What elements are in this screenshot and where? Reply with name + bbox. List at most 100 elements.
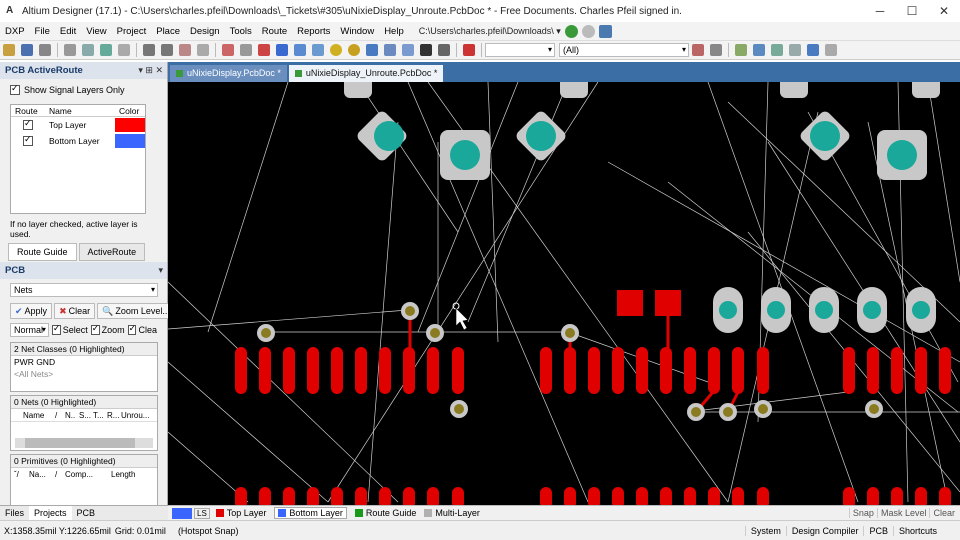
copy-icon[interactable] xyxy=(161,44,173,56)
status-shortcuts-button[interactable]: Shortcuts xyxy=(892,525,942,536)
place-polygon-icon[interactable] xyxy=(402,44,414,56)
room-tools-icon[interactable] xyxy=(825,44,837,56)
show-signal-layers-checkbox[interactable] xyxy=(10,83,20,95)
home-icon[interactable] xyxy=(598,24,612,38)
list-item[interactable]: <All Nets> xyxy=(11,368,157,380)
print-preview-icon[interactable] xyxy=(64,44,76,56)
menu-dxp[interactable]: DXP xyxy=(0,26,30,37)
dimension-tools-icon[interactable] xyxy=(807,44,819,56)
select-checkbox[interactable] xyxy=(51,323,61,335)
layer-tab-route-guide[interactable]: Route Guide xyxy=(354,508,416,518)
grid-tools-icon[interactable] xyxy=(789,44,801,56)
list-item[interactable]: PWR GND xyxy=(11,356,157,368)
pcb-canvas[interactable] xyxy=(168,82,960,505)
menu-view[interactable]: View xyxy=(81,26,111,37)
mode-select[interactable]: Normal xyxy=(10,323,49,337)
nets-col[interactable]: Name xyxy=(23,409,55,421)
place-tools-icon[interactable] xyxy=(771,44,783,56)
layer-tab-bottom[interactable]: Bottom Layer xyxy=(274,507,347,519)
prim-col[interactable]: Comp... xyxy=(65,468,111,481)
menu-place[interactable]: Place xyxy=(151,26,185,37)
tab-active-route[interactable]: ActiveRoute xyxy=(78,243,146,261)
layer-color-swatch[interactable] xyxy=(115,134,145,148)
place-arc-icon[interactable] xyxy=(366,44,378,56)
nets-col[interactable]: T... xyxy=(93,409,107,421)
route-diff-pair-icon[interactable] xyxy=(294,44,306,56)
open-folder-icon[interactable] xyxy=(3,44,15,56)
layer-set-button[interactable]: LS xyxy=(194,507,210,519)
clear-mask-button[interactable]: Clear xyxy=(929,508,958,518)
menu-project[interactable]: Project xyxy=(112,26,152,37)
align-tools-icon[interactable] xyxy=(753,44,765,56)
tab-unixiedisplay-unroute[interactable]: uNixieDisplay_Unroute.PcbDoc * xyxy=(288,65,444,82)
nets-col[interactable]: Unrou... xyxy=(121,409,151,421)
zoom-area-icon[interactable] xyxy=(118,44,130,56)
menu-file[interactable]: File xyxy=(30,26,55,37)
current-layer-swatch[interactable] xyxy=(172,507,192,519)
prim-col[interactable]: Na... xyxy=(29,468,55,481)
view-config-icon[interactable] xyxy=(710,44,722,56)
clear-button[interactable]: ✖ Clear xyxy=(54,303,96,319)
zoom-checkbox[interactable] xyxy=(90,323,100,335)
nets-scrollbar[interactable] xyxy=(15,438,153,448)
menu-help[interactable]: Help xyxy=(379,26,409,37)
top-layer-checkbox[interactable] xyxy=(23,118,33,131)
layer-color-swatch[interactable] xyxy=(115,118,145,132)
menu-window[interactable]: Window xyxy=(335,26,379,37)
filter-combo-1[interactable] xyxy=(485,43,555,57)
pcb-panel-menu-icon[interactable]: ▾ xyxy=(158,265,163,276)
layer-row-top[interactable]: Top Layer xyxy=(11,117,145,133)
menu-tools[interactable]: Tools xyxy=(225,26,257,37)
maximize-button[interactable]: ☐ xyxy=(896,0,928,22)
layer-row-bottom[interactable]: Bottom Layer xyxy=(11,133,145,149)
tab-unixiedisplay[interactable]: uNixieDisplay.PcbDoc * xyxy=(170,65,287,82)
zoom-level-button[interactable]: 🔍 Zoom Level... xyxy=(97,303,175,319)
nets-col[interactable]: R... xyxy=(107,409,121,421)
close-button[interactable]: ✕ xyxy=(928,0,960,22)
save-icon[interactable] xyxy=(21,44,33,56)
show-signal-layers-row[interactable]: Show Signal Layers Only xyxy=(0,79,167,101)
nets-col[interactable]: S... xyxy=(79,409,93,421)
zoom-fit-icon[interactable] xyxy=(100,44,112,56)
menu-reports[interactable]: Reports xyxy=(292,26,335,37)
cut-icon[interactable] xyxy=(143,44,155,56)
pcb-drawing[interactable] xyxy=(168,82,960,505)
status-system-button[interactable]: System xyxy=(744,525,786,536)
paste-icon[interactable] xyxy=(179,44,191,56)
place-coordinate-icon[interactable] xyxy=(438,44,450,56)
route-multiple-icon[interactable] xyxy=(312,44,324,56)
zoom-icon[interactable] xyxy=(82,44,94,56)
menu-design[interactable]: Design xyxy=(185,26,225,37)
rubber-stamp-icon[interactable] xyxy=(197,44,209,56)
route-tools-icon[interactable] xyxy=(735,44,747,56)
clear-filter-icon[interactable] xyxy=(463,44,475,56)
deselect-icon[interactable] xyxy=(258,44,270,56)
back-icon[interactable] xyxy=(564,24,578,38)
print-icon[interactable] xyxy=(39,44,51,56)
tab-projects[interactable]: Projects xyxy=(29,506,72,520)
move-icon[interactable] xyxy=(240,44,252,56)
layer-tab-top[interactable]: Top Layer xyxy=(215,508,266,518)
place-via-icon[interactable] xyxy=(348,44,360,56)
path-dropdown[interactable]: C:\Users\charles.pfeil\Downloads\ ▾ xyxy=(419,26,561,37)
menu-edit[interactable]: Edit xyxy=(55,26,81,37)
interactive-route-icon[interactable] xyxy=(276,44,288,56)
tab-files[interactable]: Files xyxy=(0,506,29,520)
forward-icon[interactable] xyxy=(581,24,595,38)
apply-button[interactable]: ✔ Apply xyxy=(10,303,53,319)
bottom-layer-checkbox[interactable] xyxy=(23,134,33,147)
place-pad-icon[interactable] xyxy=(330,44,342,56)
snap-button[interactable]: Snap xyxy=(848,508,877,518)
layer-tab-multi[interactable]: Multi-Layer xyxy=(424,508,480,518)
place-fill-icon[interactable] xyxy=(384,44,396,56)
status-pcb-button[interactable]: PCB xyxy=(863,525,893,536)
panel-controls[interactable]: ▾ ⊞ ✕ xyxy=(138,65,163,76)
tab-pcb[interactable]: PCB xyxy=(72,506,101,520)
select-icon[interactable] xyxy=(222,44,234,56)
place-string-icon[interactable] xyxy=(420,44,432,56)
clear-existing-checkbox[interactable] xyxy=(127,323,137,335)
filter-combo-all[interactable]: (All) xyxy=(559,43,689,57)
status-design-compiler-button[interactable]: Design Compiler xyxy=(785,525,864,536)
minimize-button[interactable]: ─ xyxy=(864,0,896,22)
filter-icon[interactable] xyxy=(692,44,704,56)
